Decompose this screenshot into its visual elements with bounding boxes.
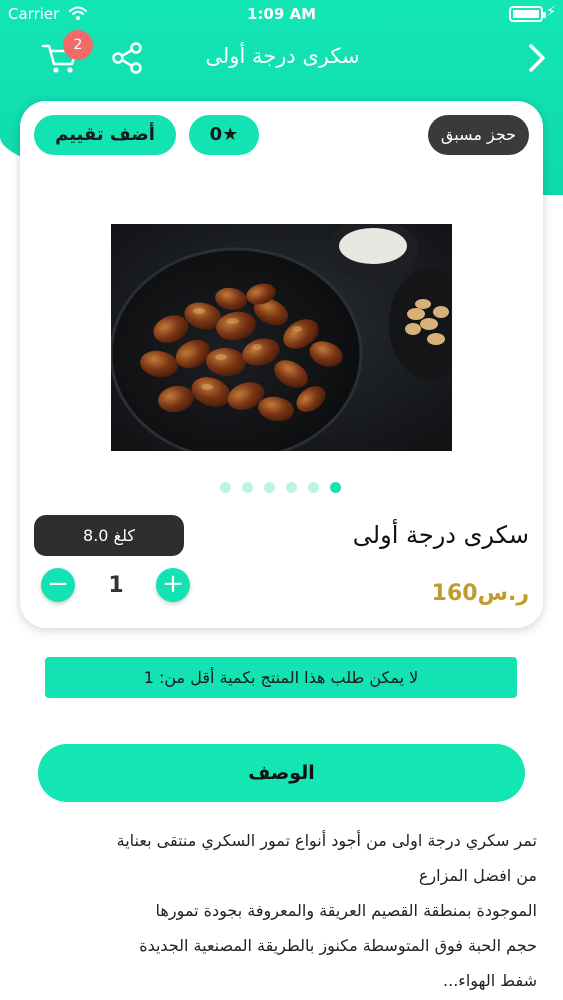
chevron-right-icon — [529, 44, 545, 72]
description-button[interactable]: الوصف — [38, 744, 525, 802]
description-line: من افضل المزارع — [418, 866, 537, 885]
description-line: حجم الحبة فوق المتوسطة مكنوز بالطريقة ال… — [139, 936, 537, 955]
description-line: شفط الهواء... — [443, 971, 537, 990]
status-time: 1:09 AM — [246, 5, 317, 23]
add-rating-button[interactable]: أضف تقييم — [34, 115, 176, 155]
page-title: سكرى درجة أولى — [205, 44, 360, 68]
pagination-dot[interactable] — [286, 482, 297, 493]
pagination-dot[interactable] — [264, 482, 275, 493]
battery-icon — [509, 6, 546, 22]
pagination-dot[interactable] — [308, 482, 319, 493]
increase-quantity-button[interactable]: + — [156, 568, 190, 602]
minimum-quantity-notice: لا يمكن طلب هذا المنتج بكمية أقل من: 1 — [45, 657, 517, 698]
product-price: 160ر.س — [431, 581, 529, 606]
pagination-dot[interactable] — [242, 482, 253, 493]
cart-count-badge: 2 — [63, 30, 93, 60]
plus-icon: + — [162, 569, 184, 599]
preorder-badge: حجز مسبق — [428, 115, 529, 155]
share-button[interactable] — [110, 40, 146, 76]
product-card: أضف تقييم 0★ حجز مسبق 8.0 كلغ سكرى درجة … — [20, 101, 543, 628]
weight-selector[interactable]: 8.0 كلغ — [34, 515, 184, 556]
product-name: سكرى درجة أولى — [352, 521, 529, 549]
pagination-dot[interactable] — [330, 482, 341, 493]
status-bar: Carrier 1:09 AM ⚡ — [0, 0, 563, 30]
description-line: تمر سكري درجة اولى من أجود أنواع تمور ال… — [116, 831, 537, 850]
description-line: الموجودة بمنطقة القصيم العريقة والمعروفة… — [155, 901, 537, 920]
decrease-quantity-button[interactable]: − — [41, 568, 75, 602]
description-text: تمر سكري درجة اولى من أجود أنواع تمور ال… — [20, 823, 537, 998]
back-button[interactable] — [522, 40, 552, 76]
rating-badge: 0★ — [189, 115, 259, 155]
product-image[interactable] — [111, 224, 452, 451]
quantity-value: 1 — [108, 573, 124, 598]
minus-icon: − — [47, 569, 69, 599]
charging-icon: ⚡ — [546, 4, 556, 20]
share-icon — [112, 42, 142, 74]
pagination-dot[interactable] — [220, 482, 231, 493]
